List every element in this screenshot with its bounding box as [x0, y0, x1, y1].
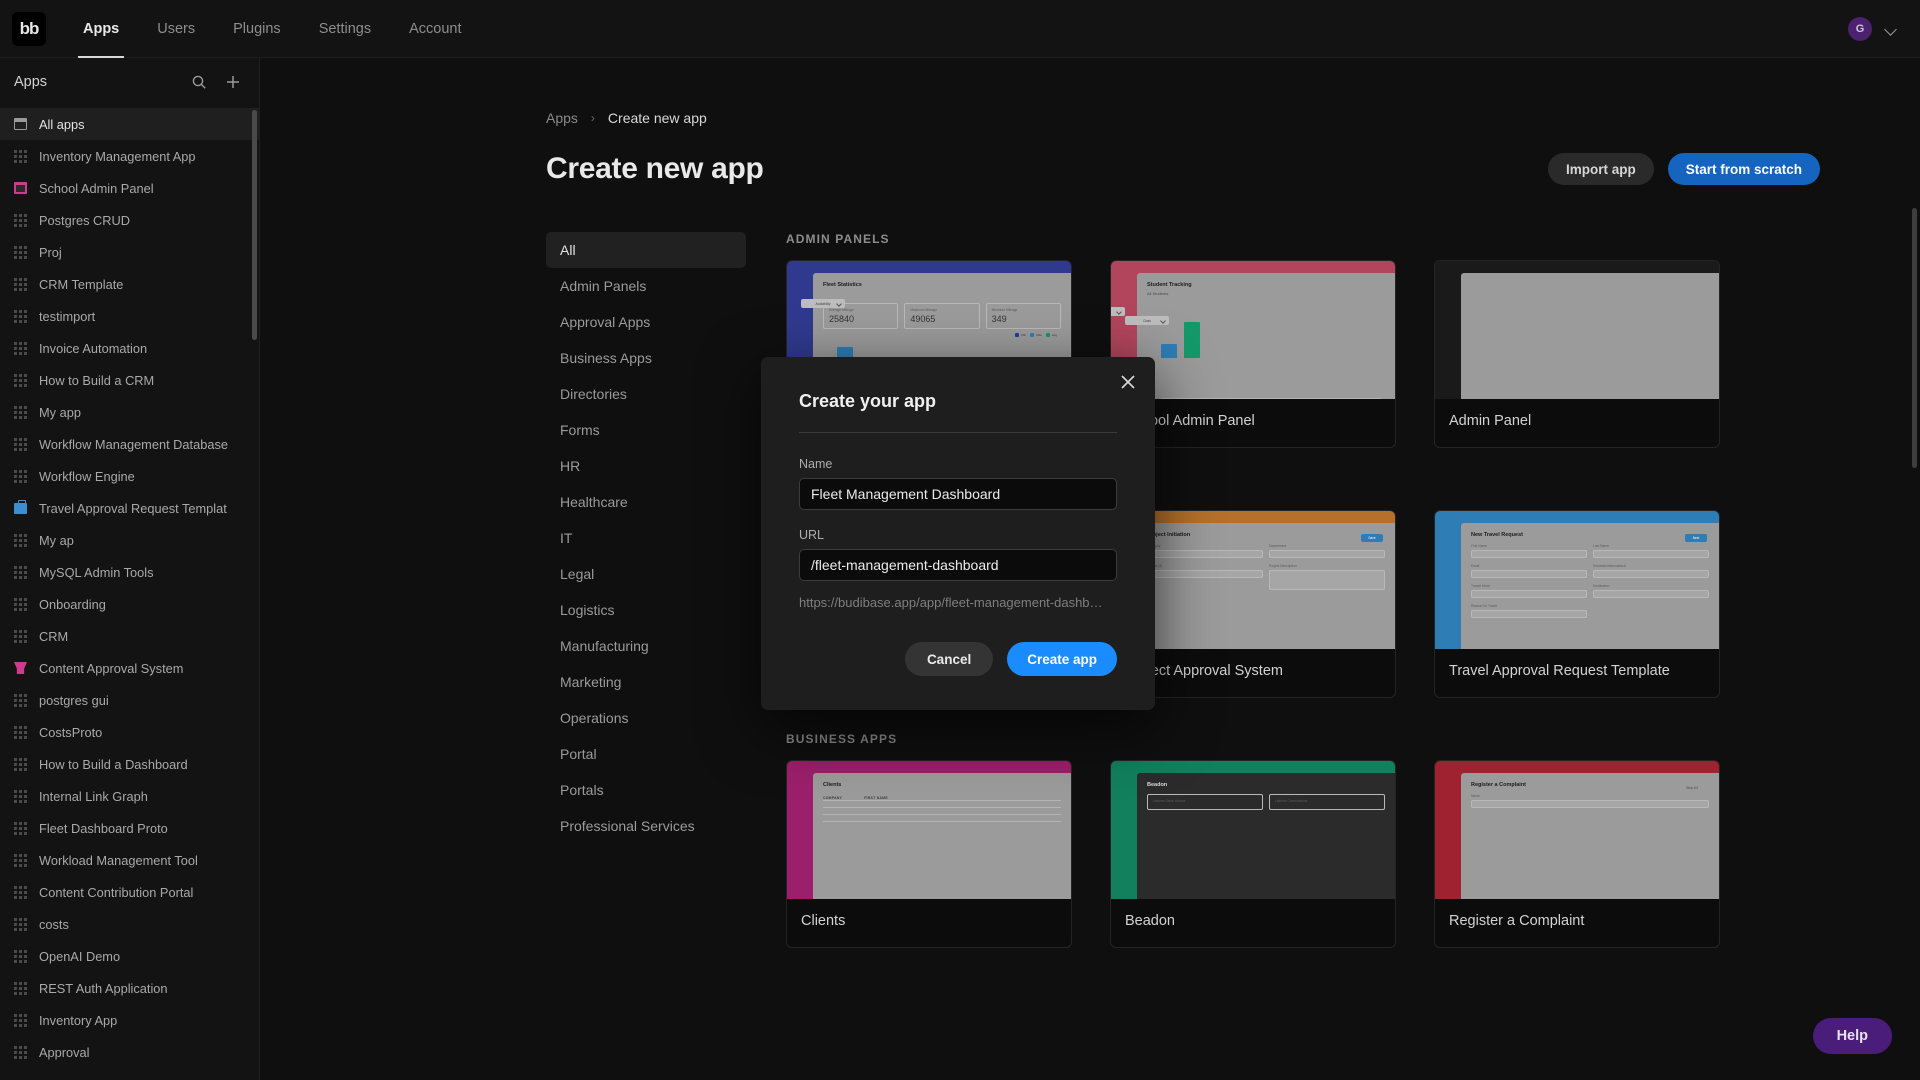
modal-title: Create your app	[799, 391, 937, 411]
name-field-label: Name	[799, 457, 833, 471]
field-spacer	[799, 510, 1117, 528]
cancel-button[interactable]: Cancel	[904, 642, 994, 676]
modal-divider	[799, 432, 1117, 433]
create-app-button[interactable]: Create app	[1007, 642, 1117, 676]
app-url-input[interactable]	[799, 549, 1117, 581]
modal-layer: Create your app Name URL https://budibas…	[0, 0, 1920, 1080]
url-preview-hint: https://budibase.app/app/fleet-managemen…	[799, 595, 1103, 610]
url-field-label: URL	[799, 528, 825, 542]
app-name-input[interactable]	[799, 478, 1117, 510]
create-app-modal: Create your app Name URL https://budibas…	[761, 357, 1155, 710]
close-icon[interactable]	[1117, 371, 1139, 393]
modal-actions: Cancel Create app	[799, 642, 1117, 676]
page-root: bb Apps Users Plugins Settings Account G…	[0, 0, 1920, 1080]
